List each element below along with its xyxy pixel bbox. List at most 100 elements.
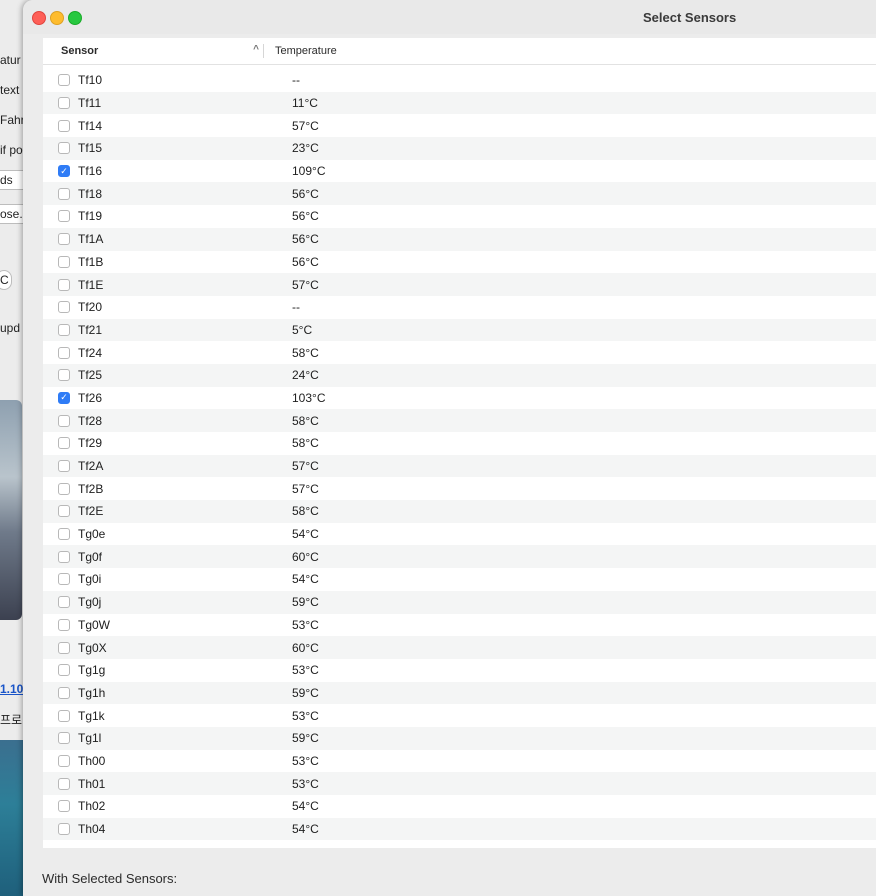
sensor-checkbox[interactable] [58,369,70,382]
sensor-checkbox[interactable] [58,97,70,110]
sensor-checkbox[interactable] [58,187,70,200]
sensor-checkbox-checked[interactable]: ✓ [58,165,70,178]
table-row[interactable]: Th01 53°C [43,772,876,795]
temperature-value: 54°C [292,822,319,837]
sensor-checkbox[interactable] [58,573,70,586]
sensor-cell: Tf1A [43,232,292,246]
table-row[interactable]: ✓ Tf16 109°C [43,160,876,183]
table-row[interactable]: Tf28 58°C [43,409,876,432]
sensor-name: Tf19 [78,209,103,224]
table-row[interactable]: Tg1g 53°C [43,659,876,682]
sensor-table[interactable]: Sensor ^ Temperature Tf10 -- Tf11 11°C Tf14 5… [43,38,876,848]
sensor-checkbox[interactable] [58,686,70,699]
sensor-name: Th01 [78,776,106,791]
temperature-value: 58°C [292,504,319,519]
sensor-name: Tg1l [78,731,102,746]
sensor-checkbox[interactable] [58,323,70,336]
temperature-value: 56°C [292,186,319,201]
table-row[interactable]: Tg0i 54°C [43,568,876,591]
sensor-checkbox[interactable] [58,709,70,722]
table-row[interactable]: Th00 53°C [43,750,876,773]
table-row[interactable]: Tg1k 53°C [43,704,876,727]
sensor-checkbox-checked[interactable]: ✓ [58,391,70,404]
table-row[interactable]: Th04 54°C [43,817,876,841]
table-row[interactable]: Tf15 23°C [43,137,876,160]
table-row[interactable]: Tg0X 60°C [43,636,876,659]
sensor-name: Tg0i [78,572,102,587]
table-row[interactable]: Tf29 58°C [43,432,876,455]
sensor-checkbox[interactable] [58,777,70,790]
table-row[interactable]: Tg1l 59°C [43,726,876,750]
table-row[interactable]: Tf24 58°C [43,341,876,364]
table-row[interactable]: Tf21 5°C [43,318,876,342]
column-header-temperature[interactable]: Temperature [264,45,337,57]
bg-text: text [0,83,20,97]
sensor-checkbox[interactable] [58,210,70,223]
sensor-checkbox[interactable] [58,800,70,813]
sensor-checkbox[interactable] [58,233,70,246]
table-row[interactable]: Tf14 57°C [43,114,876,137]
table-row[interactable]: Tf10 -- [43,69,876,92]
sensor-checkbox[interactable] [58,142,70,155]
sensor-cell: Tf29 [43,436,292,450]
table-row[interactable]: ✓ Tf26 103°C [43,387,876,410]
sensor-checkbox[interactable] [58,505,70,518]
table-row[interactable]: Tg0e 54°C [43,523,876,546]
sensor-cell: Tf18 [43,187,292,201]
table-row[interactable]: Tf2B 57°C [43,477,876,500]
table-row[interactable]: Tg0j 59°C [43,590,876,614]
sensor-name: Tf21 [78,322,103,337]
table-row[interactable]: Tg0W 53°C [43,614,876,637]
table-row[interactable]: Tg1h 59°C [43,681,876,705]
sensor-checkbox[interactable] [58,732,70,745]
table-row[interactable]: Tf19 56°C [43,205,876,228]
sensor-cell: Tf11 [43,96,292,110]
table-row[interactable]: Tf20 -- [43,296,876,319]
sensor-cell: Tf10 [43,73,292,87]
title-bar[interactable]: Select Sensors [23,0,876,34]
sensor-checkbox[interactable] [58,119,70,132]
table-row[interactable]: Tf2A 57°C [43,454,876,478]
table-row[interactable]: Tf1A 56°C [43,227,876,251]
bg-text: 프로 [0,713,23,727]
table-row[interactable]: Tf25 24°C [43,363,876,387]
sensor-checkbox[interactable] [58,278,70,291]
sensor-checkbox[interactable] [58,346,70,359]
sensor-checkbox[interactable] [58,74,70,87]
sensor-checkbox[interactable] [58,437,70,450]
sensor-checkbox[interactable] [58,528,70,541]
column-header-sensor[interactable]: Sensor ^ [43,44,263,57]
sensor-checkbox[interactable] [58,641,70,654]
sensor-cell: Tg0W [43,618,292,632]
table-row[interactable]: Tf2E 58°C [43,500,876,523]
sensor-name: Tf2A [78,459,104,474]
temperature-value: 53°C [292,663,319,678]
temperature-value: 23°C [292,141,319,156]
sensor-name: Tf25 [78,368,103,383]
sensor-name: Tf11 [78,96,102,111]
sensor-checkbox[interactable] [58,754,70,767]
sensor-checkbox[interactable] [58,596,70,609]
sensor-checkbox[interactable] [58,460,70,473]
sensor-checkbox[interactable] [58,255,70,268]
sensor-cell: Tf14 [43,119,292,133]
sensor-name: Tg0X [78,640,107,655]
table-row[interactable]: Tf18 56°C [43,182,876,206]
table-row[interactable]: Tf1B 56°C [43,251,876,274]
table-row[interactable]: Th02 54°C [43,795,876,818]
sensor-cell: ✓ Tf26 [43,391,292,405]
sensor-checkbox[interactable] [58,618,70,631]
sensor-checkbox[interactable] [58,301,70,314]
sensor-checkbox[interactable] [58,550,70,563]
table-row[interactable]: Tf11 11°C [43,91,876,115]
sensor-checkbox[interactable] [58,414,70,427]
temperature-value: 53°C [292,708,319,723]
sensor-checkbox[interactable] [58,482,70,495]
table-row[interactable]: Tg0f 60°C [43,545,876,569]
sensor-checkbox[interactable] [58,823,70,836]
sensor-name: Tf1E [78,277,104,292]
sensor-checkbox[interactable] [58,664,70,677]
temperature-value: 103°C [292,390,326,405]
table-row[interactable]: Tf1E 57°C [43,273,876,296]
sensor-cell: Tg1k [43,709,292,723]
